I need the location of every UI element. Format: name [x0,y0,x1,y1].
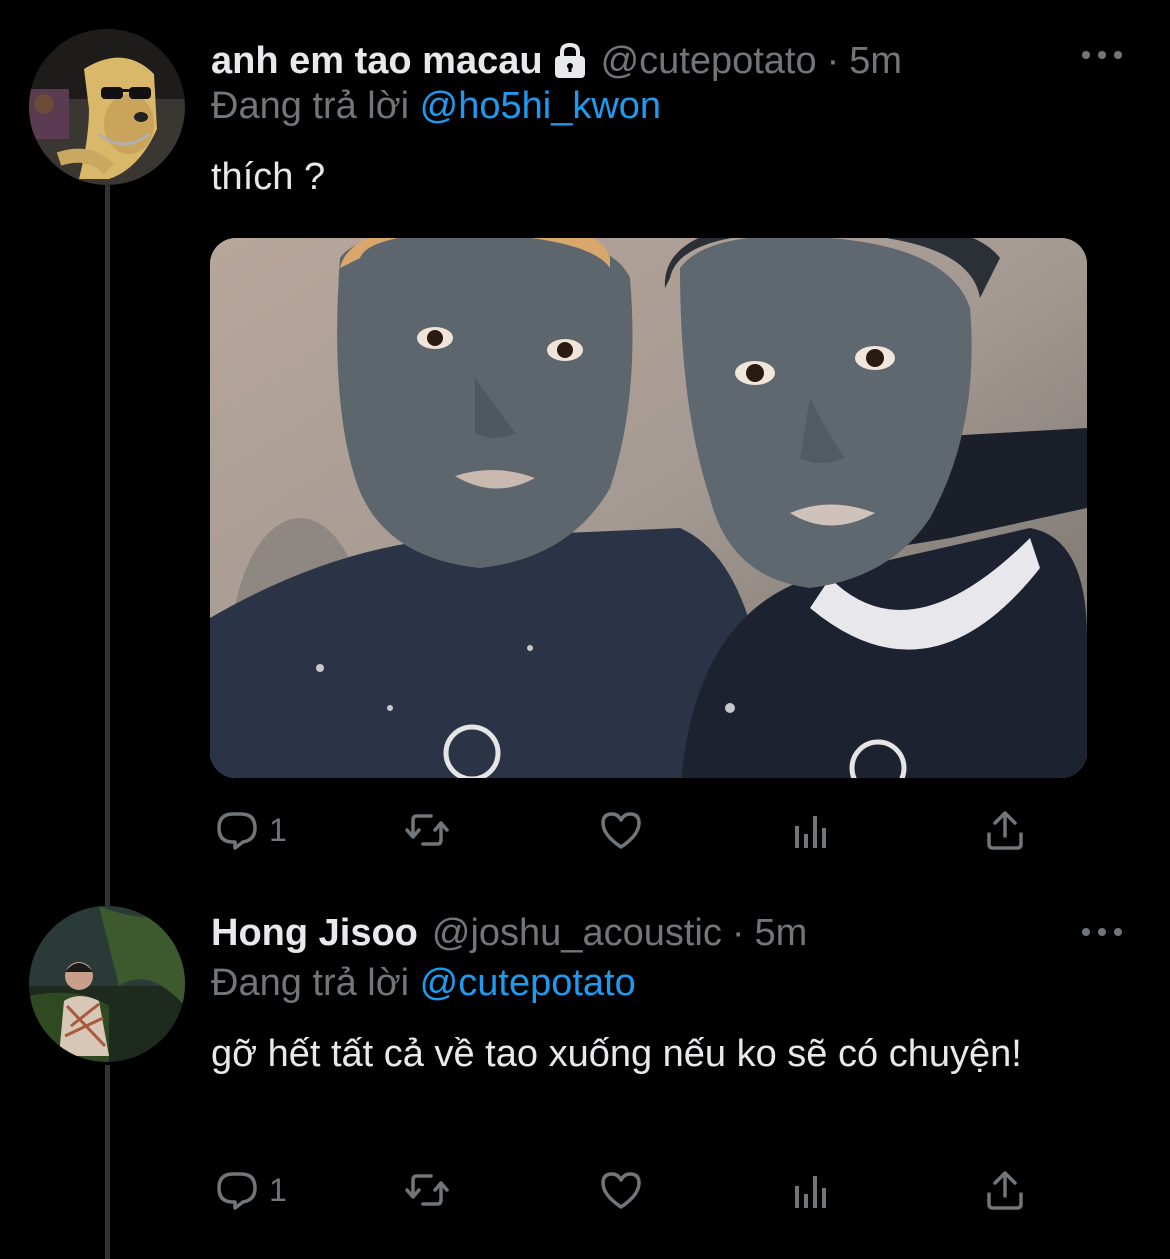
avatar-image [29,29,185,185]
like-button[interactable] [597,1160,645,1220]
replying-to-mention[interactable]: @cutepotato [420,962,636,1004]
tweet-header: Hong Jisoo @joshu_acoustic · 5m [211,908,807,958]
timestamp[interactable]: 5m [849,40,902,83]
tweet-header: anh em tao macau @cutepotato · 5m [211,36,902,86]
views-icon [795,816,826,848]
display-name[interactable]: anh em tao macau [211,40,543,83]
reply-button[interactable]: 1 [213,1160,287,1220]
replying-to-mention[interactable]: @ho5hi_kwon [420,85,661,127]
photo-image [210,238,1087,778]
separator-dot: · [731,911,745,954]
views-icon [795,1176,826,1208]
replying-to-label: Đang trả lời [211,962,410,1004]
reply-count: 1 [269,1171,287,1208]
views-button[interactable] [789,800,837,860]
views-button[interactable] [789,1160,837,1220]
heart-icon [601,812,641,849]
heart-icon [601,1172,641,1209]
timestamp[interactable]: 5m [755,912,808,955]
tweet-1[interactable]: anh em tao macau @cutepotato · 5m Đang t… [0,0,1170,890]
replying-to-label: Đang trả lời [211,85,410,127]
share-icon [987,811,1023,850]
user-handle[interactable]: @cutepotato [601,40,817,83]
tweet-2[interactable]: Hong Jisoo @joshu_acoustic · 5m Đang trả… [0,890,1170,1259]
more-icon[interactable] [1082,922,1122,942]
reply-icon [217,812,257,850]
retweet-icon [405,814,449,846]
share-icon [987,1171,1023,1210]
display-name[interactable]: Hong Jisoo [211,912,418,955]
avatar[interactable] [29,29,185,185]
avatar[interactable] [29,906,185,1062]
reply-button[interactable]: 1 [213,800,287,860]
replying-to: Đang trả lời @ho5hi_kwon [211,85,661,133]
tweet-actions: 1 [0,1160,1170,1220]
tweet-photo[interactable] [210,238,1087,778]
user-handle[interactable]: @joshu_acoustic [432,912,722,955]
retweet-button[interactable] [403,1160,451,1220]
reply-icon [217,1172,257,1210]
share-button[interactable] [981,800,1029,860]
retweet-icon [405,1174,449,1206]
like-button[interactable] [597,800,645,860]
more-icon[interactable] [1082,45,1122,65]
thread-connector-line [105,185,110,890]
reply-count: 1 [269,811,287,848]
share-button[interactable] [981,1160,1029,1220]
tweet-text: gỡ hết tất cả về tao xuống nếu ko sẽ có … [211,1033,1022,1075]
replying-to: Đang trả lời @cutepotato [211,962,636,1010]
retweet-button[interactable] [403,800,451,860]
lock-icon [553,42,587,80]
thread-connector-line [105,890,110,906]
avatar-image [29,906,185,1062]
tweet-text: thích ? [211,156,326,198]
separator-dot: · [826,39,840,82]
tweet-actions: 1 [0,800,1170,860]
